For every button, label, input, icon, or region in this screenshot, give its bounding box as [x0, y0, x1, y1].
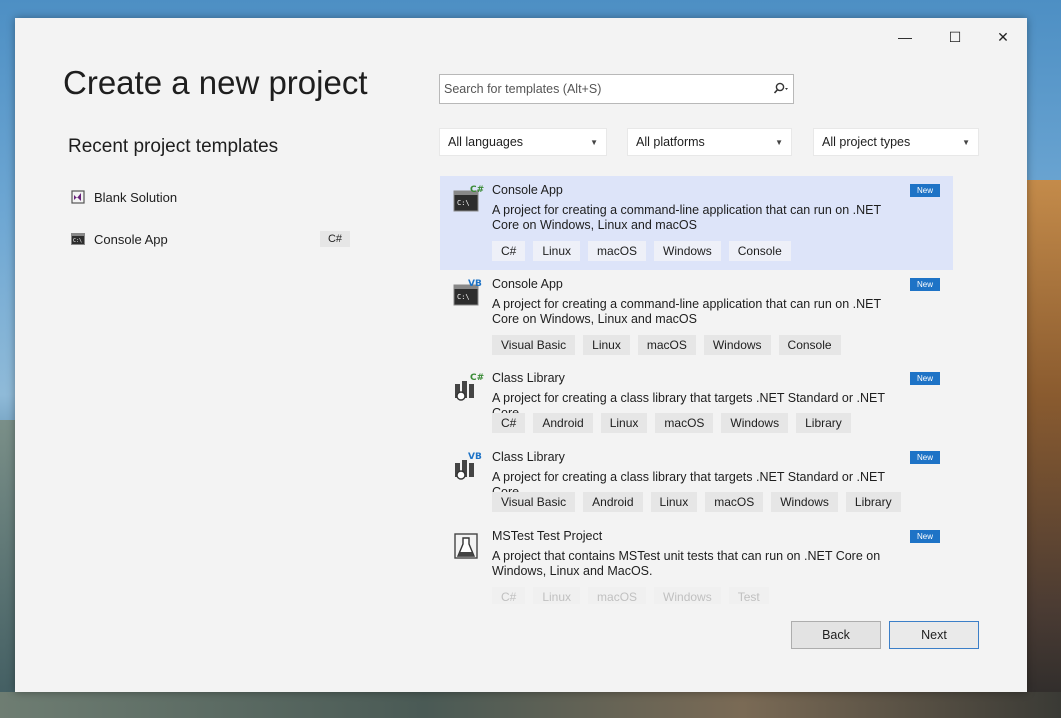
template-item-class-library-csharp[interactable]: C# Class Library New A project for creat…: [440, 364, 953, 443]
tag: Visual Basic: [492, 492, 576, 512]
language-filter-value: All languages: [448, 135, 524, 149]
tag: macOS: [705, 492, 764, 512]
tag: Windows: [654, 587, 721, 604]
new-badge: New: [910, 530, 941, 543]
new-project-dialog: — ☐ ✕ Create a new project Recent projec…: [15, 18, 1027, 692]
template-name: Class Library: [492, 450, 565, 464]
template-description: A project for creating a command-line ap…: [492, 203, 881, 232]
template-description: A project for creating a command-line ap…: [492, 297, 881, 326]
console-app-icon: C:\: [70, 232, 86, 246]
chevron-down-icon: ▼: [775, 137, 783, 147]
tag: Library: [796, 413, 851, 433]
recent-templates-heading: Recent project templates: [68, 136, 279, 157]
template-item-console-app-csharp[interactable]: C:\ C# Console App New A project for crea…: [440, 176, 953, 270]
svg-text:C:\: C:\: [73, 238, 82, 244]
template-tags: Visual Basic Android Linux macOS Windows…: [492, 492, 901, 512]
tag: Linux: [533, 241, 581, 261]
template-name: Console App: [492, 277, 563, 291]
tag: C#: [492, 241, 526, 261]
lang-mark: VB: [468, 279, 482, 289]
tag: macOS: [655, 413, 714, 433]
platform-filter-dropdown[interactable]: All platforms ▼: [627, 128, 792, 156]
tag: macOS: [588, 587, 647, 604]
tag: Windows: [721, 413, 789, 433]
tag: Console: [778, 335, 841, 355]
template-tags: C# Linux macOS Windows Test: [492, 587, 769, 604]
tag: Linux: [583, 335, 630, 355]
visual-studio-solution-icon: [70, 190, 86, 204]
svg-text:C:\: C:\: [457, 293, 470, 301]
tag: C#: [492, 413, 526, 433]
new-badge: New: [910, 451, 941, 464]
close-icon: ✕: [997, 28, 1009, 45]
template-tags: Visual Basic Linux macOS Windows Console: [492, 335, 841, 355]
tag: Visual Basic: [492, 335, 576, 355]
maximize-button[interactable]: ☐: [937, 26, 973, 48]
tag: macOS: [588, 241, 647, 261]
tag: Linux: [650, 492, 698, 512]
new-badge: New: [910, 372, 941, 385]
maximize-icon: ☐: [948, 28, 962, 45]
new-badge: New: [910, 184, 941, 197]
template-item-console-app-vb[interactable]: C:\ VB Console App New A project for crea…: [440, 270, 953, 364]
new-badge: New: [910, 278, 941, 291]
template-tags: C# Android Linux macOS Windows Library: [492, 413, 851, 433]
tag: Console: [728, 241, 791, 261]
project-type-filter-value: All project types: [822, 135, 911, 149]
desktop-background-right: [1027, 180, 1061, 718]
lang-mark: VB: [468, 452, 482, 462]
template-name: Console App: [492, 183, 563, 197]
template-description: A project that contains MSTest unit test…: [492, 549, 881, 578]
recent-item-label: Blank Solution: [94, 189, 178, 205]
tag: Library: [845, 492, 901, 512]
recent-item-blank-solution[interactable]: Blank Solution: [70, 184, 350, 210]
template-tags: C# Linux macOS Windows Console: [492, 241, 791, 261]
desktop-background-left: [0, 420, 16, 718]
tag: Windows: [703, 335, 771, 355]
template-name: Class Library: [492, 371, 565, 385]
back-button[interactable]: Back: [791, 621, 881, 649]
tag: Test: [728, 587, 769, 604]
minimize-button[interactable]: —: [887, 26, 923, 48]
class-library-vb-icon: VB: [452, 451, 484, 483]
chevron-down-icon: ▼: [962, 137, 970, 147]
language-filter-dropdown[interactable]: All languages ▼: [439, 128, 607, 156]
chevron-down-icon: ▼: [590, 137, 598, 147]
lang-mark: C#: [470, 373, 484, 383]
project-type-filter-dropdown[interactable]: All project types ▼: [813, 128, 979, 156]
class-library-csharp-icon: C#: [452, 372, 484, 404]
page-title: Create a new project: [63, 64, 368, 101]
template-name: MSTest Test Project: [492, 529, 603, 543]
tag: Windows: [654, 241, 721, 261]
template-item-class-library-vb[interactable]: VB Class Library New A project for creat…: [440, 443, 953, 522]
recent-item-label: Console App: [94, 231, 168, 247]
svg-text:C:\: C:\: [457, 199, 470, 207]
tag: macOS: [637, 335, 696, 355]
minimize-icon: —: [898, 29, 912, 45]
recent-item-console-app[interactable]: C:\ Console App C#: [70, 226, 350, 252]
tag: Linux: [600, 413, 648, 433]
template-item-mstest[interactable]: MSTest Test Project New A project that c…: [440, 522, 953, 604]
console-app-csharp-icon: C:\ C#: [452, 184, 484, 216]
next-button[interactable]: Next: [889, 621, 979, 649]
template-list[interactable]: C:\ C# Console App New A project for crea…: [440, 176, 980, 604]
lang-mark: C#: [470, 185, 484, 195]
search-input[interactable]: Search for templates (Alt+S): [444, 82, 769, 96]
tag: Android: [533, 413, 593, 433]
language-badge: C#: [319, 231, 350, 247]
search-icon[interactable]: [769, 82, 793, 96]
close-button[interactable]: ✕: [985, 26, 1021, 48]
desktop-background-bottom: [0, 692, 1061, 718]
tag: C#: [492, 587, 526, 604]
console-app-vb-icon: C:\ VB: [452, 278, 484, 310]
template-search-box[interactable]: Search for templates (Alt+S): [439, 74, 794, 104]
mstest-flask-icon: [452, 530, 484, 562]
tag: Android: [583, 492, 643, 512]
tag: Linux: [533, 587, 581, 604]
tag: Windows: [771, 492, 838, 512]
platform-filter-value: All platforms: [636, 135, 705, 149]
